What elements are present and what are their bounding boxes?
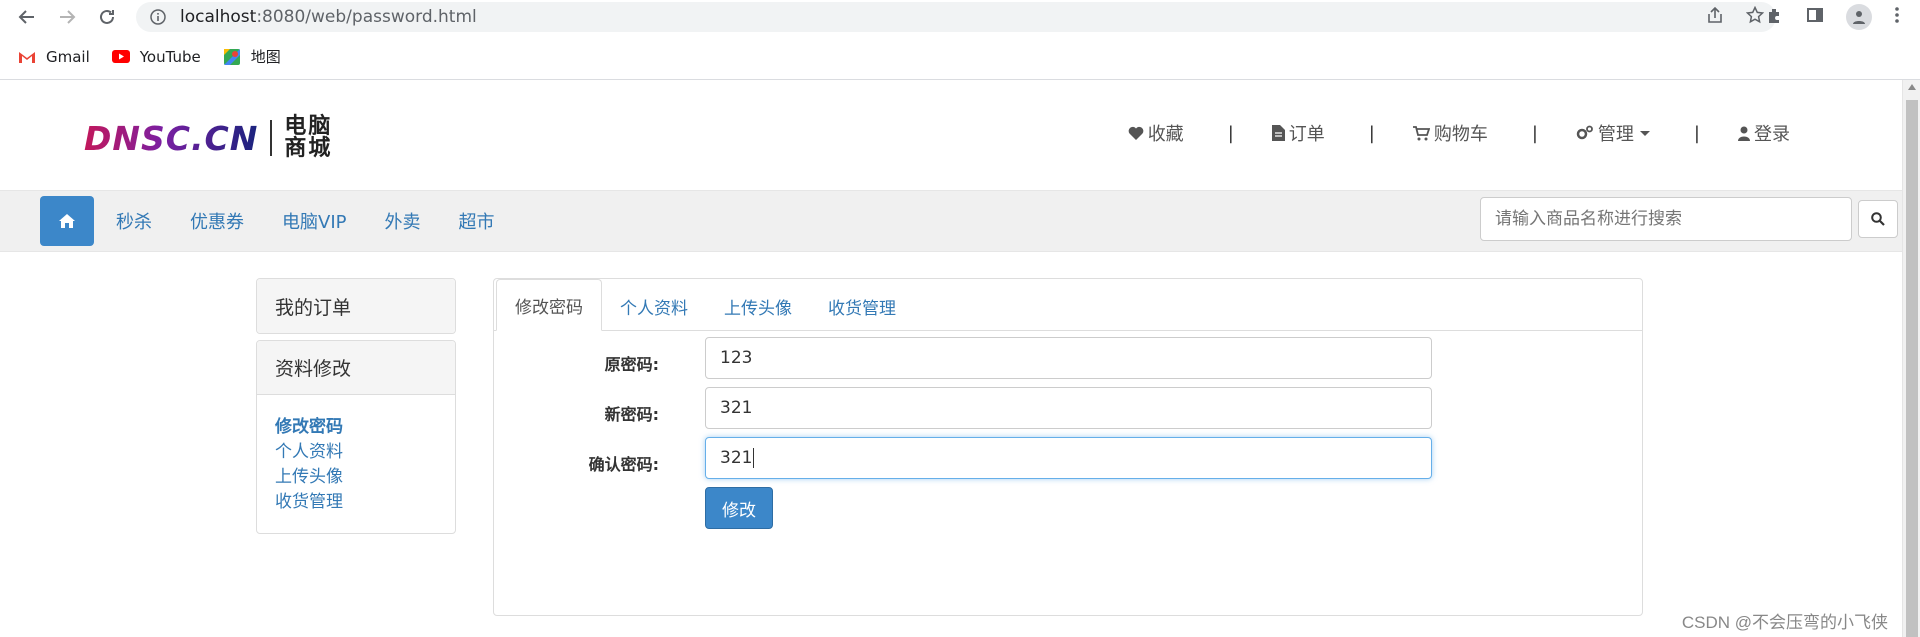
info-icon[interactable] bbox=[148, 7, 168, 27]
vertical-scrollbar[interactable] bbox=[1902, 80, 1920, 637]
manage-label: 管理 bbox=[1597, 124, 1634, 145]
bookmark-label: YouTube bbox=[139, 47, 201, 66]
gears-icon bbox=[1576, 125, 1593, 140]
cart-icon bbox=[1412, 125, 1430, 140]
new-password-row: 新密码: bbox=[494, 401, 659, 425]
top-links: 收藏 | 订单 | 购物车 | 管理 | 登录 bbox=[1128, 120, 1790, 146]
main-navbar: 秒杀 优惠券 电脑VIP 外卖 超市 bbox=[0, 190, 1920, 252]
logo-sub-line2: 商城 bbox=[284, 136, 333, 161]
search-icon bbox=[1871, 212, 1885, 226]
tab-profile[interactable]: 个人资料 bbox=[602, 281, 706, 331]
sidebar-profile-panel: 资料修改 修改密码 个人资料 上传头像 收货管理 bbox=[256, 340, 456, 534]
search-input[interactable] bbox=[1480, 197, 1852, 241]
forward-icon[interactable] bbox=[54, 4, 80, 30]
web-page: DNSC.CN 电脑 商城 收藏 | 订单 | 购物车 | 管理 | 登录 秒杀… bbox=[0, 80, 1920, 637]
old-password-value: 123 bbox=[720, 348, 753, 368]
confirm-password-value: 321 bbox=[720, 448, 753, 468]
logo-subtitle: 电脑 商城 bbox=[284, 116, 332, 160]
nav-item-vip[interactable]: 电脑VIP bbox=[282, 208, 346, 234]
nav-item-flash-sale[interactable]: 秒杀 bbox=[116, 208, 152, 234]
cart-label: 购物车 bbox=[1433, 124, 1488, 145]
login-label: 登录 bbox=[1754, 124, 1790, 145]
confirm-password-label: 确认密码: bbox=[588, 455, 659, 474]
home-button[interactable] bbox=[40, 196, 94, 246]
site-logo[interactable]: DNSC.CN 电脑 商城 bbox=[84, 116, 332, 160]
star-icon[interactable] bbox=[1745, 5, 1765, 29]
url-path: :8080/web/password.html bbox=[256, 7, 477, 27]
youtube-icon bbox=[111, 50, 130, 64]
nav-item-coupons[interactable]: 优惠券 bbox=[190, 208, 244, 234]
sidebar-profile-title[interactable]: 资料修改 bbox=[257, 341, 455, 395]
file-icon bbox=[1271, 125, 1285, 141]
url-host: localhost bbox=[180, 7, 257, 27]
maps-icon bbox=[223, 48, 241, 65]
orders-label: 订单 bbox=[1288, 124, 1325, 145]
bookmark-label: 地图 bbox=[250, 48, 281, 66]
sidebar-item-upload-avatar[interactable]: 上传头像 bbox=[275, 465, 437, 490]
tab-bar: 修改密码 个人资料 上传头像 收货管理 bbox=[494, 279, 1642, 331]
bookmarks-bar: Gmail YouTube 地图 bbox=[0, 34, 1920, 80]
scrollbar-thumb[interactable] bbox=[1906, 100, 1918, 637]
sidebar: 我的订单 资料修改 修改密码 个人资料 上传头像 收货管理 bbox=[256, 278, 456, 540]
nav-item-takeout[interactable]: 外卖 bbox=[384, 208, 420, 234]
menu-dots-icon[interactable] bbox=[1894, 6, 1900, 29]
user-icon bbox=[1738, 126, 1750, 141]
sidebar-item-address[interactable]: 收货管理 bbox=[275, 490, 437, 515]
sidebar-item-change-password[interactable]: 修改密码 bbox=[275, 415, 437, 440]
separator: | bbox=[1693, 122, 1700, 144]
scroll-up-icon[interactable] bbox=[1908, 84, 1916, 90]
gmail-icon bbox=[18, 50, 36, 64]
new-password-input[interactable]: 321 bbox=[705, 387, 1432, 429]
site-header: DNSC.CN 电脑 商城 收藏 | 订单 | 购物车 | 管理 | 登录 bbox=[0, 80, 1920, 190]
confirm-password-input[interactable]: 321 bbox=[705, 437, 1432, 479]
heart-icon bbox=[1128, 126, 1144, 140]
logo-text: DNSC.CN bbox=[84, 118, 259, 158]
watermark: CSDN @不会压弯的小飞侠 bbox=[1681, 613, 1888, 632]
separator: | bbox=[1531, 122, 1538, 144]
separator: | bbox=[1368, 122, 1375, 144]
sidebar-orders-title[interactable]: 我的订单 bbox=[257, 279, 455, 333]
sidebar-item-profile[interactable]: 个人资料 bbox=[275, 440, 437, 465]
back-icon[interactable] bbox=[14, 4, 40, 30]
reload-icon[interactable] bbox=[94, 4, 120, 30]
nav-item-supermarket[interactable]: 超市 bbox=[458, 208, 494, 234]
bookmark-maps[interactable]: 地图 bbox=[223, 46, 281, 67]
bookmark-gmail[interactable]: Gmail bbox=[18, 48, 90, 66]
login-link[interactable]: 登录 bbox=[1738, 120, 1790, 146]
manage-dropdown[interactable]: 管理 bbox=[1576, 120, 1650, 146]
profile-avatar-icon[interactable] bbox=[1846, 4, 1872, 30]
tab-change-password[interactable]: 修改密码 bbox=[496, 279, 602, 331]
bookmark-label: Gmail bbox=[46, 47, 90, 66]
cart-link[interactable]: 购物车 bbox=[1412, 120, 1488, 146]
address-bar[interactable]: localhost:8080/web/password.html bbox=[136, 2, 1776, 32]
new-password-value: 321 bbox=[720, 398, 753, 418]
share-icon[interactable] bbox=[1706, 6, 1724, 29]
confirm-password-row: 确认密码: bbox=[494, 451, 659, 475]
browser-toolbar: localhost:8080/web/password.html bbox=[0, 0, 1920, 34]
bookmark-youtube[interactable]: YouTube bbox=[111, 47, 201, 66]
caret-down-icon bbox=[1639, 130, 1650, 136]
submit-button[interactable]: 修改 bbox=[705, 487, 773, 529]
favorites-link[interactable]: 收藏 bbox=[1128, 120, 1184, 146]
side-panel-icon[interactable] bbox=[1806, 6, 1824, 29]
tab-address[interactable]: 收货管理 bbox=[810, 281, 914, 331]
logo-divider bbox=[270, 120, 273, 156]
tab-upload-avatar[interactable]: 上传头像 bbox=[706, 281, 810, 331]
search-button[interactable] bbox=[1858, 200, 1898, 238]
old-password-input[interactable]: 123 bbox=[705, 337, 1432, 379]
password-panel: 修改密码 个人资料 上传头像 收货管理 原密码: 123 新密码: 321 确认… bbox=[493, 278, 1643, 616]
extensions-icon[interactable] bbox=[1766, 6, 1784, 29]
sidebar-orders-panel[interactable]: 我的订单 bbox=[256, 278, 456, 334]
orders-link[interactable]: 订单 bbox=[1271, 120, 1325, 146]
home-icon bbox=[59, 214, 75, 228]
separator: | bbox=[1227, 122, 1234, 144]
old-password-label: 原密码: bbox=[604, 355, 659, 374]
favorites-label: 收藏 bbox=[1147, 124, 1184, 145]
new-password-label: 新密码: bbox=[604, 405, 659, 424]
text-caret bbox=[753, 448, 755, 468]
old-password-row: 原密码: bbox=[494, 351, 659, 375]
